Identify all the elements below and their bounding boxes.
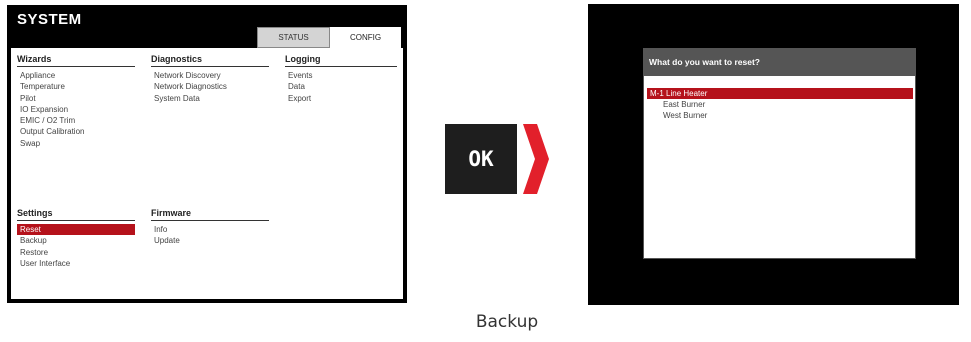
arrow-right-shape bbox=[523, 124, 549, 194]
menu-item-info[interactable]: Info bbox=[151, 224, 269, 235]
menu-item-emic-o2-trim[interactable]: EMIC / O2 Trim bbox=[17, 115, 135, 126]
menu-item-swap[interactable]: Swap bbox=[17, 138, 135, 149]
settings-column: Settings Reset Backup Restore User Inter… bbox=[17, 208, 135, 269]
menu-item-update[interactable]: Update bbox=[151, 235, 269, 246]
reset-option-line-heater[interactable]: M-1 Line Heater bbox=[647, 88, 913, 99]
menu-item-export[interactable]: Export bbox=[285, 93, 397, 104]
ok-key-button[interactable]: OK bbox=[445, 124, 517, 194]
menu-item-restore[interactable]: Restore bbox=[17, 247, 135, 258]
settings-heading: Settings bbox=[17, 208, 135, 221]
menu-item-appliance[interactable]: Appliance bbox=[17, 70, 135, 81]
option-label: Line Heater bbox=[666, 89, 708, 98]
firmware-column: Firmware Info Update bbox=[151, 208, 269, 247]
firmware-list: Info Update bbox=[151, 224, 269, 247]
dialog-title: What do you want to reset? bbox=[644, 49, 915, 76]
caption: Backup bbox=[475, 312, 539, 332]
arrow-right-icon bbox=[523, 124, 549, 194]
reset-option-west-burner[interactable]: West Burner bbox=[647, 110, 913, 121]
logging-column: Logging Events Data Export bbox=[285, 54, 397, 104]
reset-dialog-screen: What do you want to reset? M-1 Line Heat… bbox=[588, 4, 959, 305]
wizards-heading: Wizards bbox=[17, 54, 135, 67]
settings-list: Reset Backup Restore User Interface bbox=[17, 224, 135, 269]
menu-item-temperature[interactable]: Temperature bbox=[17, 81, 135, 92]
menu-item-reset[interactable]: Reset bbox=[17, 224, 135, 236]
wizards-column: Wizards Appliance Temperature Pilot IO E… bbox=[17, 54, 135, 149]
config-menu-panel: Wizards Appliance Temperature Pilot IO E… bbox=[11, 48, 403, 299]
menu-item-network-diagnostics[interactable]: Network Diagnostics bbox=[151, 81, 269, 92]
logging-list: Events Data Export bbox=[285, 70, 397, 104]
selected-marker: M-1 bbox=[650, 89, 664, 98]
menu-item-network-discovery[interactable]: Network Discovery bbox=[151, 70, 269, 81]
system-config-screen: SYSTEM STATUS CONFIG Wizards Appliance T… bbox=[7, 5, 407, 303]
firmware-heading: Firmware bbox=[151, 208, 269, 221]
reset-option-east-burner[interactable]: East Burner bbox=[647, 99, 913, 110]
tab-status[interactable]: STATUS bbox=[257, 27, 330, 48]
reset-dialog: What do you want to reset? M-1 Line Heat… bbox=[644, 49, 915, 258]
menu-item-io-expansion[interactable]: IO Expansion bbox=[17, 104, 135, 115]
menu-item-pilot[interactable]: Pilot bbox=[17, 93, 135, 104]
logging-heading: Logging bbox=[285, 54, 397, 67]
wizards-list: Appliance Temperature Pilot IO Expansion… bbox=[17, 70, 135, 149]
tab-config[interactable]: CONFIG bbox=[330, 27, 401, 48]
reset-options-list: M-1 Line Heater East Burner West Burner bbox=[647, 88, 913, 121]
diagnostics-list: Network Discovery Network Diagnostics Sy… bbox=[151, 70, 269, 104]
menu-item-events[interactable]: Events bbox=[285, 70, 397, 81]
menu-item-system-data[interactable]: System Data bbox=[151, 93, 269, 104]
menu-item-backup[interactable]: Backup bbox=[17, 235, 135, 246]
menu-item-data[interactable]: Data bbox=[285, 81, 397, 92]
menu-item-output-calibration[interactable]: Output Calibration bbox=[17, 126, 135, 137]
screen-title: SYSTEM bbox=[17, 11, 82, 28]
menu-item-user-interface[interactable]: User Interface bbox=[17, 258, 135, 269]
diagnostics-heading: Diagnostics bbox=[151, 54, 269, 67]
diagnostics-column: Diagnostics Network Discovery Network Di… bbox=[151, 54, 269, 104]
